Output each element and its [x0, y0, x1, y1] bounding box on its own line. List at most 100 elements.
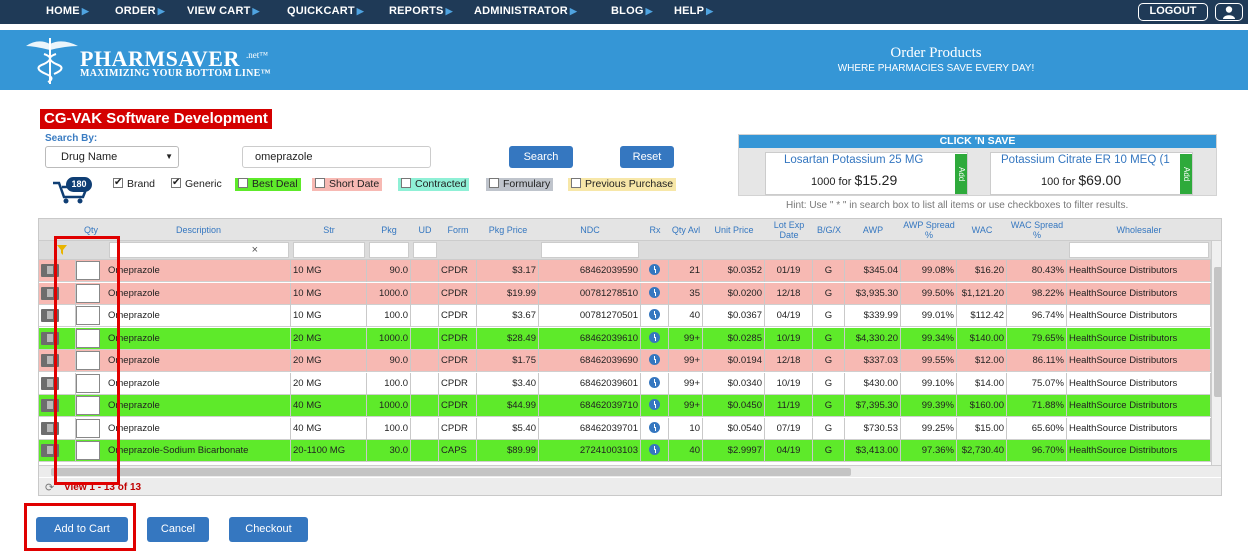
nav-blog[interactable]: BLOG ▶ [611, 5, 653, 17]
clock-icon[interactable] [649, 444, 660, 455]
qty-input[interactable] [76, 418, 100, 438]
deal-name[interactable]: Losartan Potassium 25 MG [784, 154, 923, 166]
wholesaler-filter-input[interactable] [1069, 242, 1209, 258]
clock-icon[interactable] [649, 331, 660, 343]
clock-icon[interactable] [649, 286, 660, 298]
col-pkg-price[interactable]: Pkg Price [477, 219, 539, 241]
item-detail-icon[interactable] [41, 399, 59, 412]
table-row[interactable]: Omeprazole-Sodium Bicarbonate 20-1100 MG 3… [39, 440, 1221, 462]
pkg-filter-input[interactable] [369, 242, 409, 258]
cancel-button[interactable]: Cancel [147, 517, 209, 542]
nav-administrator[interactable]: ADMINISTRATOR ▶ [474, 5, 577, 17]
best-deal-filter[interactable]: Best Deal [235, 178, 301, 191]
col-qty-avl[interactable]: Qty Avl [669, 219, 703, 241]
col-wac-spread[interactable]: WAC Spread % [1007, 219, 1067, 241]
vertical-scrollbar[interactable] [1211, 241, 1221, 465]
add-to-cart-button[interactable]: Add to Cart [36, 517, 128, 542]
checkbox-checked[interactable] [171, 176, 181, 189]
nav-view-cart[interactable]: VIEW CART ▶ [187, 5, 260, 17]
user-profile-button[interactable] [1215, 3, 1243, 21]
item-detail-icon[interactable] [41, 331, 59, 345]
ndc-filter-input[interactable] [541, 242, 639, 258]
qty-input[interactable] [76, 328, 100, 348]
qty-input[interactable] [76, 283, 100, 303]
table-row[interactable]: Omeprazole 10 MG 100.0 CPDR $3.67 00781270501… [39, 305, 1221, 327]
checkbox[interactable] [571, 178, 581, 188]
search-button[interactable]: Search [509, 146, 573, 168]
add-deal-button[interactable]: Add [1180, 154, 1192, 194]
qty-input[interactable] [76, 261, 100, 280]
scroll-thumb[interactable] [1214, 267, 1221, 397]
clock-icon[interactable] [649, 354, 660, 365]
col-bgx[interactable]: B/G/X [813, 219, 845, 241]
nav-home[interactable]: HOME ▶ [46, 5, 89, 17]
short-date-filter[interactable]: Short Date [312, 178, 383, 191]
description-filter-input[interactable]: × [109, 242, 289, 258]
table-row[interactable]: Omeprazole 40 MG 100.0 CPDR $5.40 68462039701… [39, 417, 1221, 440]
deal-card[interactable]: Losartan Potassium 25 MG 1000 for $15.29… [765, 152, 968, 195]
col-description[interactable]: Description [106, 219, 291, 241]
qty-input[interactable] [76, 396, 100, 415]
pharmsaver-logo[interactable]: PHARMSAVER .net™ MAXIMIZING YOUR BOTTOM … [22, 36, 292, 86]
col-awp[interactable]: AWP [845, 219, 901, 241]
brand-checkbox[interactable]: Brand [113, 176, 155, 191]
nav-reports[interactable]: REPORTS ▶ [389, 5, 453, 17]
item-detail-icon[interactable] [41, 376, 59, 390]
col-str[interactable]: Str [291, 219, 367, 241]
col-wholesaler[interactable]: Wholesaler [1067, 219, 1211, 241]
formulary-filter[interactable]: Formulary [486, 178, 554, 191]
refresh-icon[interactable]: ⟳ [45, 481, 54, 494]
col-awp-spread[interactable]: AWP Spread % [901, 219, 957, 241]
checkbox[interactable] [315, 178, 325, 188]
checkbox[interactable] [238, 178, 248, 188]
col-unit-price[interactable]: Unit Price [703, 219, 765, 241]
qty-input[interactable] [76, 373, 100, 393]
item-detail-icon[interactable] [41, 421, 59, 435]
str-filter-input[interactable] [293, 242, 365, 258]
col-qty[interactable]: Qty [76, 219, 106, 241]
clock-icon[interactable] [649, 309, 660, 320]
nav-order[interactable]: ORDER ▶ [115, 5, 165, 17]
col-ndc[interactable]: NDC [539, 219, 641, 241]
col-ud[interactable]: UD [411, 219, 439, 241]
contracted-filter[interactable]: Contracted [398, 178, 470, 191]
scroll-thumb[interactable] [51, 468, 851, 476]
previous-purchase-filter[interactable]: Previous Purchase [568, 178, 677, 191]
qty-input[interactable] [76, 306, 100, 325]
filter-icon[interactable] [57, 245, 67, 255]
clear-filter-icon[interactable]: × [252, 244, 258, 256]
checkbox[interactable] [489, 178, 499, 188]
col-wac[interactable]: WAC [957, 219, 1007, 241]
qty-input[interactable] [76, 351, 100, 370]
search-by-select[interactable]: Drug Name ▼ [45, 146, 179, 168]
checkbox[interactable] [401, 178, 411, 188]
table-row[interactable]: Omeprazole 20 MG 90.0 CPDR $1.75 68462039690 9… [39, 350, 1221, 372]
logout-button[interactable]: LOGOUT [1138, 3, 1208, 21]
item-detail-icon[interactable] [41, 264, 59, 277]
generic-checkbox[interactable]: Generic [171, 176, 222, 191]
deal-name[interactable]: Potassium Citrate ER 10 MEQ (1 [1001, 154, 1170, 166]
table-row[interactable]: Omeprazole 10 MG 1000.0 CPDR $19.99 007812785… [39, 282, 1221, 305]
table-row[interactable]: Omeprazole 20 MG 100.0 CPDR $3.40 68462039601… [39, 372, 1221, 395]
col-form[interactable]: Form [439, 219, 477, 241]
nav-help[interactable]: HELP ▶ [674, 5, 713, 17]
checkbox-checked[interactable] [113, 176, 123, 189]
clock-icon[interactable] [649, 376, 660, 388]
search-input[interactable]: omeprazole [242, 146, 431, 168]
item-detail-icon[interactable] [41, 444, 59, 457]
reset-button[interactable]: Reset [620, 146, 674, 168]
clock-icon[interactable] [649, 399, 660, 410]
col-lot-exp[interactable]: Lot Exp Date [765, 219, 813, 241]
checkout-button[interactable]: Checkout [229, 517, 308, 542]
nav-quickcart[interactable]: QUICKCART ▶ [287, 5, 364, 17]
table-row[interactable]: Omeprazole 10 MG 90.0 CPDR $3.17 68462039590 2… [39, 260, 1221, 282]
clock-icon[interactable] [649, 421, 660, 433]
table-row[interactable]: Omeprazole 40 MG 1000.0 CPDR $44.99 684620397… [39, 395, 1221, 417]
table-row[interactable]: Omeprazole 20 MG 1000.0 CPDR $28.49 684620396… [39, 327, 1221, 350]
qty-input[interactable] [76, 441, 100, 460]
item-detail-icon[interactable] [41, 354, 59, 367]
item-detail-icon[interactable] [41, 286, 59, 300]
ud-filter-input[interactable] [413, 242, 437, 258]
item-detail-icon[interactable] [41, 309, 59, 322]
col-rx[interactable]: Rx [641, 219, 669, 241]
